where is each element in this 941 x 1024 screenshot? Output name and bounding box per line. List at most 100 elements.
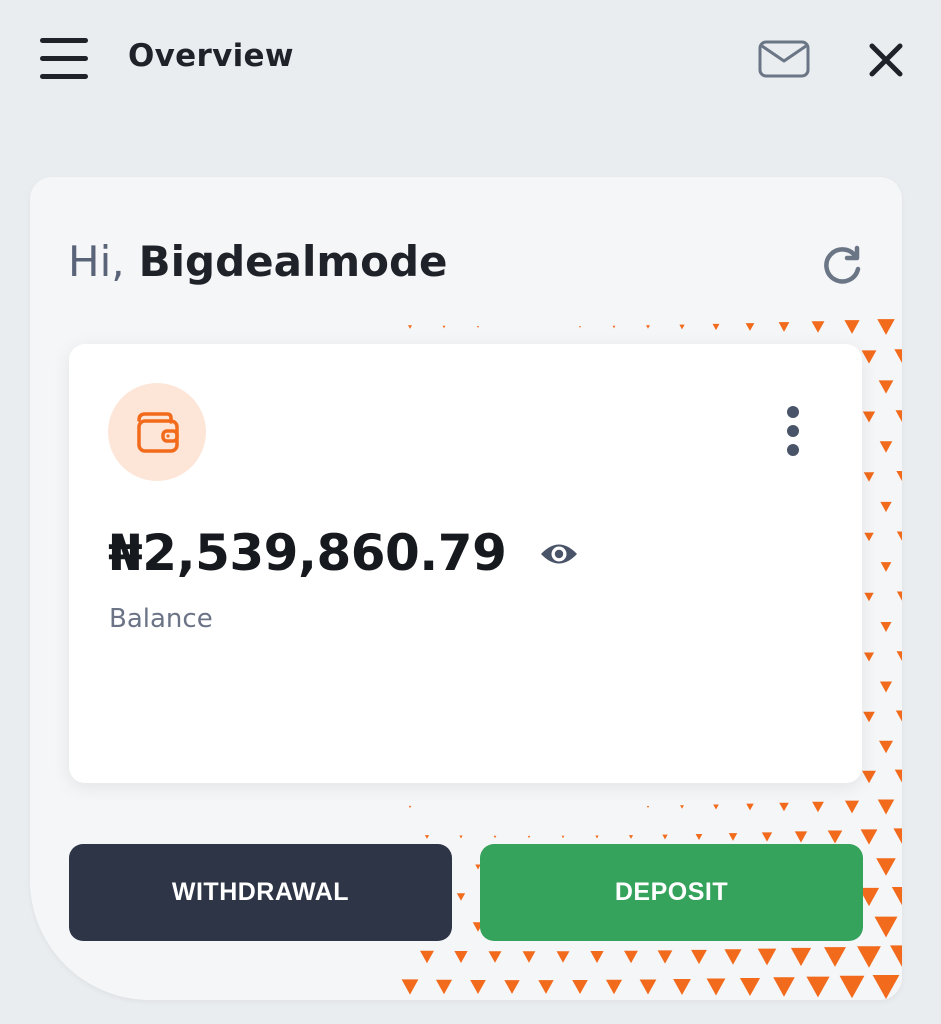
pattern-triangle bbox=[878, 740, 894, 754]
pattern-triangle bbox=[806, 976, 830, 998]
pattern-triangle bbox=[864, 592, 874, 602]
pattern-triangle bbox=[680, 805, 684, 809]
pattern-triangle bbox=[646, 325, 650, 329]
pattern-triangle bbox=[538, 980, 554, 994]
pattern-triangle bbox=[790, 947, 812, 967]
pattern-triangle bbox=[894, 769, 902, 783]
pattern-triangle bbox=[578, 326, 582, 328]
envelope-icon[interactable] bbox=[758, 40, 810, 78]
pattern-triangle bbox=[739, 977, 761, 997]
pattern-triangle bbox=[706, 978, 726, 996]
pattern-triangle bbox=[890, 945, 902, 967]
pattern-triangle bbox=[773, 977, 795, 997]
pattern-triangle bbox=[874, 916, 898, 938]
pattern-triangle bbox=[878, 380, 894, 394]
pattern-triangle bbox=[657, 950, 673, 964]
pattern-triangle bbox=[879, 681, 893, 693]
pattern-triangle bbox=[811, 321, 825, 333]
eye-icon[interactable] bbox=[539, 539, 579, 569]
pattern-triangle bbox=[712, 323, 720, 331]
greeting-hi: Hi, bbox=[68, 237, 125, 286]
pattern-triangle bbox=[679, 324, 685, 330]
pattern-triangle bbox=[839, 975, 865, 999]
pattern-triangle bbox=[896, 591, 902, 601]
pattern-triangle bbox=[880, 562, 892, 572]
balance-card: ₦2,539,860.79 Balance bbox=[69, 344, 862, 783]
top-bar: Overview bbox=[0, 0, 941, 120]
pattern-triangle bbox=[713, 804, 719, 810]
pattern-triangle bbox=[662, 834, 668, 840]
pattern-triangle bbox=[877, 799, 895, 815]
pattern-triangle bbox=[857, 946, 881, 968]
more-vertical-icon[interactable] bbox=[781, 406, 805, 458]
pattern-triangle bbox=[891, 886, 902, 906]
pattern-triangle bbox=[863, 711, 875, 723]
pattern-triangle bbox=[824, 947, 846, 967]
pattern-triangle bbox=[493, 835, 497, 839]
pattern-triangle bbox=[612, 325, 616, 329]
pattern-triangle bbox=[757, 948, 777, 966]
withdrawal-button[interactable]: WITHDRAWAL bbox=[69, 844, 452, 941]
pattern-triangle bbox=[442, 325, 446, 329]
pattern-triangle bbox=[877, 319, 895, 335]
pattern-triangle bbox=[778, 322, 790, 332]
pattern-triangle bbox=[862, 770, 876, 784]
pattern-triangle bbox=[863, 472, 875, 482]
pattern-triangle bbox=[561, 835, 565, 839]
pattern-triangle bbox=[522, 951, 536, 963]
pattern-triangle bbox=[895, 410, 902, 422]
pattern-triangle bbox=[639, 979, 657, 995]
balance-amount: ₦2,539,860.79 bbox=[108, 524, 507, 582]
deposit-button[interactable]: DEPOSIT bbox=[480, 844, 863, 941]
pattern-triangle bbox=[879, 441, 893, 453]
pattern-triangle bbox=[691, 949, 707, 965]
pattern-triangle bbox=[880, 622, 892, 632]
pattern-triangle bbox=[504, 980, 520, 994]
close-icon[interactable] bbox=[868, 42, 904, 78]
pattern-triangle bbox=[435, 979, 453, 995]
pattern-triangle bbox=[844, 320, 860, 334]
pattern-triangle bbox=[794, 831, 808, 843]
refresh-icon[interactable] bbox=[820, 243, 864, 287]
pattern-triangle bbox=[862, 411, 876, 423]
pattern-triangle bbox=[595, 835, 599, 839]
pattern-triangle bbox=[761, 832, 773, 842]
pattern-triangle bbox=[420, 950, 434, 964]
pattern-triangle bbox=[605, 979, 623, 995]
pattern-triangle bbox=[488, 951, 502, 963]
pattern-triangle bbox=[896, 471, 902, 482]
pattern-triangle bbox=[812, 801, 824, 813]
pattern-triangle bbox=[454, 951, 468, 963]
pattern-triangle bbox=[861, 350, 877, 364]
pattern-triangle bbox=[896, 651, 902, 662]
pattern-triangle bbox=[894, 349, 902, 363]
pattern-triangle bbox=[624, 950, 638, 964]
pattern-triangle bbox=[864, 532, 874, 542]
pattern-triangle bbox=[695, 833, 703, 841]
pattern-triangle bbox=[572, 979, 588, 995]
pattern-triangle bbox=[628, 835, 634, 839]
pattern-triangle bbox=[401, 979, 419, 995]
pattern-triangle bbox=[844, 800, 860, 814]
greeting: Hi, Bigdealmode bbox=[68, 235, 448, 289]
pattern-triangle bbox=[746, 803, 754, 811]
pattern-triangle bbox=[424, 835, 430, 839]
pattern-triangle bbox=[745, 323, 755, 331]
pattern-triangle bbox=[860, 829, 878, 845]
pattern-triangle bbox=[408, 325, 412, 329]
pattern-triangle bbox=[456, 893, 466, 901]
pattern-triangle bbox=[556, 951, 570, 963]
user-name: Bigdealmode bbox=[138, 237, 448, 286]
hamburger-menu-icon[interactable] bbox=[40, 38, 88, 80]
pattern-triangle bbox=[527, 835, 531, 839]
pattern-triangle bbox=[590, 951, 604, 963]
pattern-triangle bbox=[827, 830, 843, 844]
balance-label: Balance bbox=[109, 604, 213, 634]
pattern-triangle bbox=[880, 501, 892, 513]
wallet-icon bbox=[108, 383, 206, 481]
pattern-triangle bbox=[863, 652, 875, 662]
pattern-triangle bbox=[895, 710, 902, 722]
pattern-triangle bbox=[470, 979, 486, 995]
pattern-triangle bbox=[459, 835, 463, 839]
pattern-triangle bbox=[724, 949, 742, 965]
